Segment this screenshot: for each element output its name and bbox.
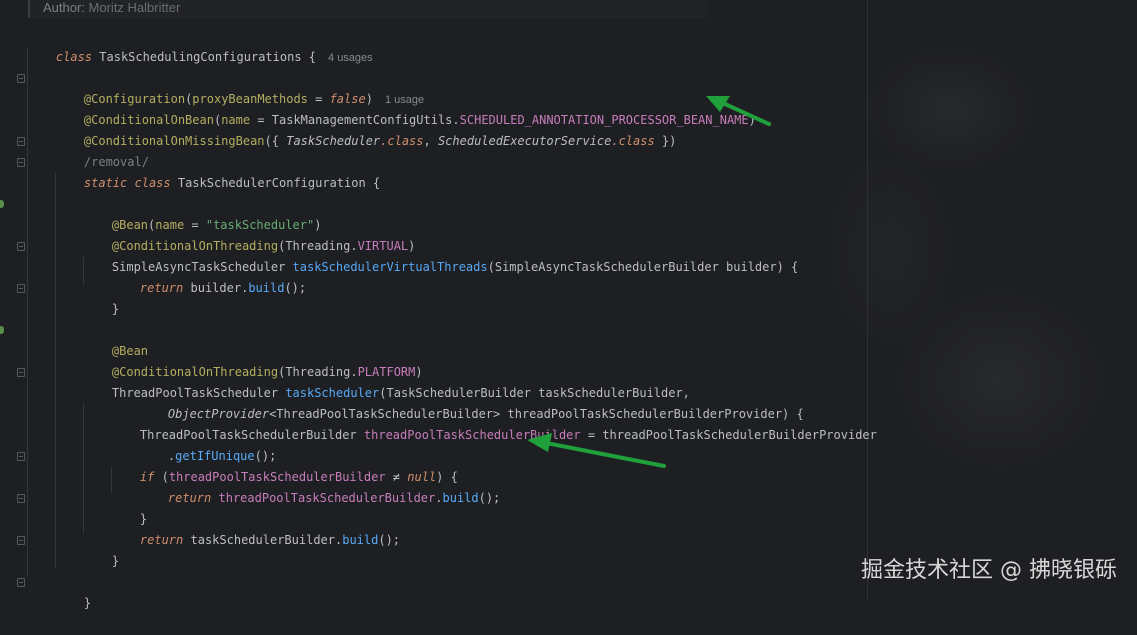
code-line[interactable]: ThreadPoolTaskScheduler taskScheduler(Ta… [83,362,690,400]
keyword: .class [380,134,424,148]
right-margin-guide [867,0,868,601]
punctuation: ( [487,260,495,274]
type-name: TaskScheduler [286,134,381,148]
watermark: 掘金技术社区 @ 拂晓银砾 [861,558,1117,583]
code-line[interactable]: static class TaskSchedulerConfiguration … [55,152,380,190]
method-call: build [248,281,285,295]
punctuation: (); [378,533,401,547]
editor-gutter[interactable] [0,0,25,601]
code-line[interactable]: } [83,530,119,568]
class-name: TaskSchedulingConfigurations [99,50,302,64]
punctuation: }) [654,134,677,148]
code-line[interactable]: } [111,488,147,526]
fold-marker-icon[interactable] [17,158,25,167]
keyword: .class [611,134,655,148]
method-call: build [442,491,479,505]
fold-marker-icon[interactable] [17,368,25,377]
usages-hint[interactable]: 4 usages [328,52,373,64]
punctuation: { [301,50,317,64]
punctuation: ) { [776,260,799,274]
keyword: class [134,176,171,190]
code-line[interactable]: /removal/ [55,131,149,169]
keyword: return [167,491,212,505]
punctuation: ({ [264,134,287,148]
punctuation: = [580,428,603,442]
method-call: build [342,533,379,547]
code-line[interactable]: ObjectProvider<ThreadPoolTaskSchedulerBu… [139,383,804,421]
keyword: return [139,281,184,295]
parameter: builder [718,260,777,274]
keyword: class [55,50,93,64]
code-line[interactable]: } [83,278,119,316]
code-line[interactable]: } [55,572,91,610]
punctuation: , [423,134,438,148]
author-name: Moritz Halbritter [88,0,181,15]
code-line[interactable]: .getIfUnique(); [139,425,276,463]
fold-marker-icon[interactable] [17,494,25,503]
method-name: taskSchedulerVirtualThreads [292,260,488,274]
indent-guide [27,47,28,577]
code-line[interactable]: ThreadPoolTaskSchedulerBuilder threadPoo… [111,404,877,442]
punctuation: } [83,596,92,610]
variable: taskSchedulerBuilder [190,533,336,547]
code-line[interactable]: @ConditionalOnBean(name = TaskManagement… [55,89,756,127]
code-line[interactable]: @Bean [83,320,148,358]
code-line[interactable]: return taskSchedulerBuilder.build(); [111,509,400,547]
class-name: TaskSchedulerConfiguration [177,176,366,190]
bean-gutter-icon[interactable] [0,200,4,208]
fold-marker-icon[interactable] [17,137,25,146]
code-line[interactable]: @Configuration(proxyBeanMethods = false)… [55,68,424,106]
code-line[interactable]: @ConditionalOnThreading(Threading.VIRTUA… [83,215,415,253]
author-label: Author: [43,0,85,15]
variable: threadPoolTaskSchedulerBuilderProvider [602,428,877,442]
keyword: return [139,533,184,547]
fold-marker-icon[interactable] [17,578,25,587]
local-variable: threadPoolTaskSchedulerBuilder [363,428,581,442]
punctuation: (); [478,491,501,505]
code-line[interactable]: SimpleAsyncTaskScheduler taskSchedulerVi… [83,236,798,274]
code-editor[interactable]: Author: Moritz Halbritter class TaskSche… [0,0,1137,610]
local-variable: threadPoolTaskSchedulerBuilder [218,491,436,505]
bean-gutter-icon[interactable] [0,326,4,334]
fold-marker-icon[interactable] [17,452,25,461]
keyword: static [83,176,128,190]
code-line[interactable]: class TaskSchedulingConfigurations {4 us… [27,26,373,64]
code-line[interactable]: if (threadPoolTaskSchedulerBuilder ≠ nul… [111,446,458,484]
code-line[interactable]: @Bean(name = "taskScheduler") [83,194,322,232]
editor-background-image [830,0,1137,601]
fold-marker-icon[interactable] [17,242,25,251]
variable: builder [190,281,242,295]
author-comment: Author: Moritz Halbritter [43,0,180,15]
code-line[interactable]: @ConditionalOnThreading(Threading.PLATFO… [83,341,423,379]
type-name: ScheduledExecutorService [437,134,612,148]
code-line[interactable]: return builder.build(); [111,257,306,295]
fold-marker-icon[interactable] [17,284,25,293]
fold-marker-icon[interactable] [17,74,25,83]
code-line[interactable]: @ConditionalOnMissingBean({ TaskSchedule… [55,110,676,148]
punctuation: ) [748,113,756,127]
fold-marker-icon[interactable] [17,536,25,545]
indent-guide [55,173,56,569]
punctuation: } [111,302,120,316]
punctuation: } [111,554,120,568]
punctuation: { [365,176,381,190]
punctuation: (); [284,281,307,295]
code-line[interactable]: return threadPoolTaskSchedulerBuilder.bu… [139,467,500,505]
type-name: SimpleAsyncTaskSchedulerBuilder [494,260,719,274]
